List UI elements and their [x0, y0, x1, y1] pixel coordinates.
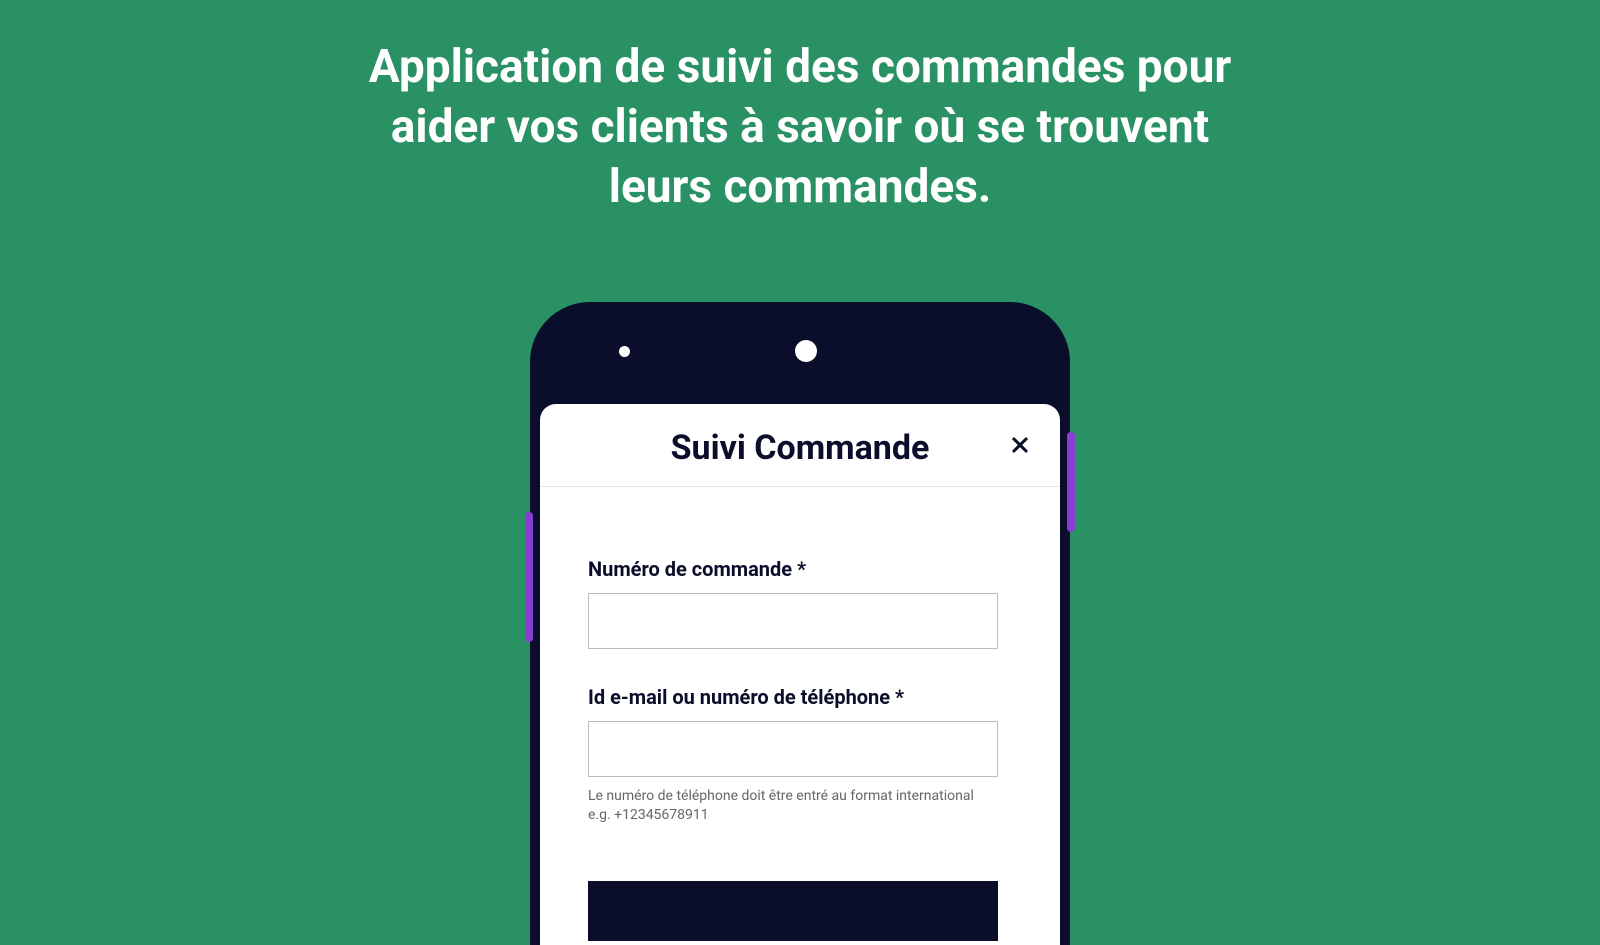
order-tracking-form: Numéro de commande * Id e-mail ou numéro…	[540, 487, 1060, 945]
email-phone-label: Id e-mail ou numéro de téléphone *	[588, 685, 1012, 709]
close-icon[interactable]	[1008, 433, 1032, 457]
phone-screen: Suivi Commande Numéro de commande * Id e…	[540, 404, 1060, 945]
order-number-label: Numéro de commande *	[588, 557, 1012, 581]
order-number-group: Numéro de commande *	[588, 557, 1012, 649]
phone-sensors	[619, 340, 817, 362]
camera-icon	[795, 340, 817, 362]
screen-header: Suivi Commande	[540, 404, 1060, 487]
phone-side-button-right	[1067, 432, 1075, 532]
sensor-small-icon	[619, 346, 630, 357]
hero-title: Application de suivi des commandes pour …	[360, 38, 1240, 217]
email-phone-input[interactable]	[588, 721, 998, 777]
phone-format-hint: Le numéro de téléphone doit être entré a…	[588, 787, 998, 825]
order-number-input[interactable]	[588, 593, 998, 649]
email-phone-group: Id e-mail ou numéro de téléphone * Le nu…	[588, 685, 1012, 825]
phone-frame: Suivi Commande Numéro de commande * Id e…	[530, 302, 1070, 945]
submit-button[interactable]	[588, 881, 998, 941]
phone-side-button-left	[525, 512, 533, 642]
page-title: Suivi Commande	[671, 428, 930, 468]
